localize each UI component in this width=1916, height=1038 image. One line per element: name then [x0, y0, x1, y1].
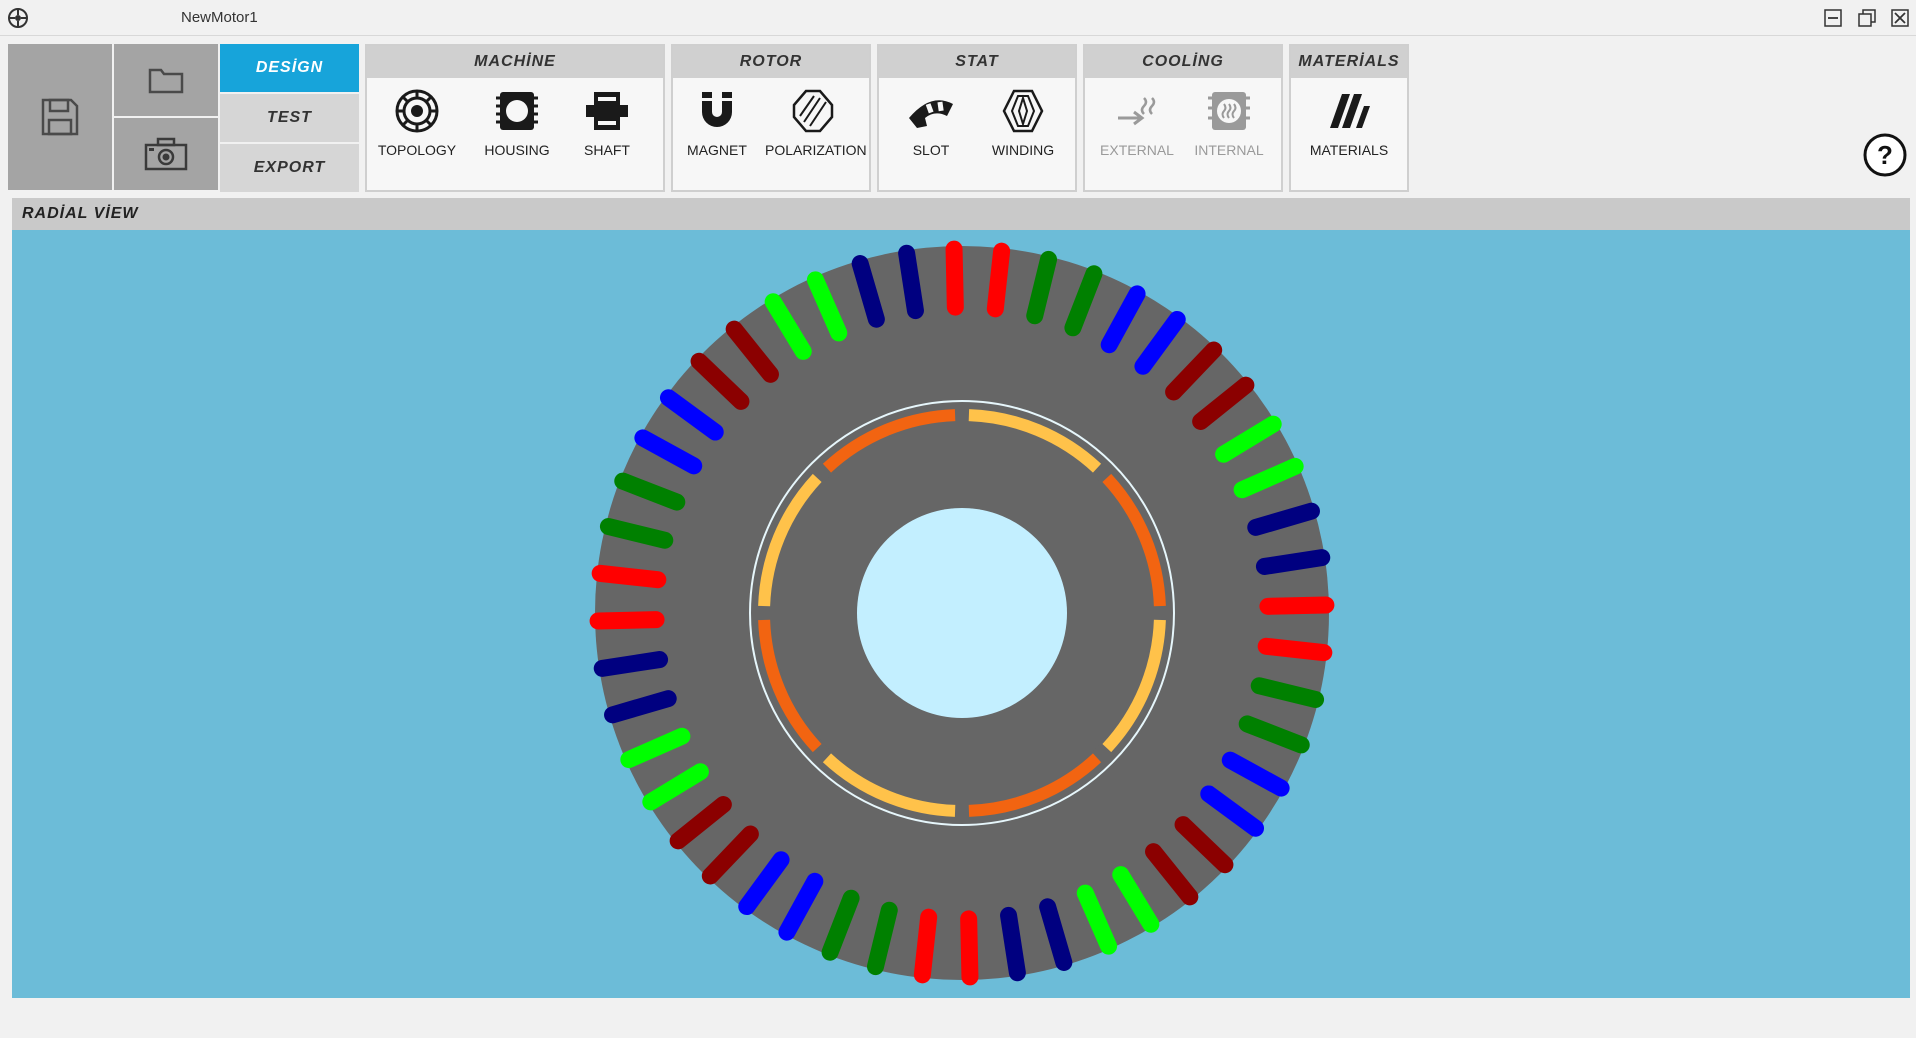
title-bar: NewMotor1: [0, 0, 1916, 36]
polarization-label: POLARIZATION: [765, 142, 867, 158]
rotor-group-title: ROTOR: [673, 46, 869, 78]
shaft-bore: [857, 508, 1067, 718]
winding-label: WINDING: [991, 142, 1055, 158]
radial-view-canvas[interactable]: [12, 230, 1910, 998]
stator-slot-coil: [1255, 549, 1331, 575]
external-cooling-label: EXTERNAL: [1100, 142, 1174, 158]
motor-cross-section: [589, 240, 1335, 986]
external-cooling-icon: [1118, 97, 1156, 126]
stator-slot-coil: [1257, 637, 1333, 662]
housing-label: HOUSING: [484, 142, 550, 158]
magnet-button[interactable]: MAGNET: [669, 88, 765, 158]
stator-group-title: STAT: [879, 46, 1075, 78]
shaft-icon: [586, 92, 628, 130]
materials-button[interactable]: MATERIALS: [1301, 88, 1397, 158]
housing-icon: [496, 92, 538, 130]
cooling-group: COOLİNG EXTERNAL INTERNAL: [1083, 44, 1283, 192]
stator-slot-coil: [1000, 906, 1026, 982]
stator-slot-coil: [960, 910, 979, 986]
machine-group: MACHİNE TOPOLOGY HOUSING SHAFT: [365, 44, 665, 192]
stator-slot-coil: [898, 244, 924, 320]
save-button[interactable]: [8, 44, 112, 190]
topology-label: TOPOLOGY: [377, 142, 457, 158]
floppy-disk-icon: [41, 98, 79, 136]
housing-button[interactable]: HOUSING: [469, 88, 565, 158]
export-tab[interactable]: EXPORT: [220, 144, 359, 192]
radial-view-title: RADİAL VİEW: [22, 205, 139, 222]
slot-button[interactable]: SLOT: [883, 88, 979, 158]
stator-slot-coil: [591, 564, 667, 589]
stator-slot-coil: [1259, 596, 1335, 615]
help-icon[interactable]: ?: [1862, 132, 1908, 178]
topology-icon: [395, 89, 439, 133]
materials-group-title: MATERİALS: [1291, 46, 1407, 78]
shaft-button[interactable]: SHAFT: [559, 88, 655, 158]
rotor-group: ROTOR MAGNET POLARIZATION: [671, 44, 871, 192]
winding-icon: [1002, 89, 1044, 133]
topology-button[interactable]: TOPOLOGY: [369, 88, 465, 158]
app-logo-icon: [8, 8, 28, 28]
stator-slot-coil: [589, 611, 665, 630]
internal-cooling-label: INTERNAL: [1194, 142, 1264, 158]
winding-button[interactable]: WINDING: [975, 88, 1071, 158]
external-cooling-button[interactable]: EXTERNAL: [1089, 88, 1185, 158]
test-tab[interactable]: TEST: [220, 94, 359, 142]
magnet-icon: [702, 92, 732, 127]
internal-cooling-icon: [1208, 92, 1250, 130]
camera-icon: [144, 137, 188, 171]
polarization-button[interactable]: POLARIZATION: [765, 88, 867, 158]
magnet-label: MAGNET: [687, 142, 747, 158]
materials-icon: [1330, 94, 1370, 128]
window-title: NewMotor1: [181, 9, 258, 26]
materials-group: MATERİALS MATERIALS: [1289, 44, 1409, 192]
minimize-icon[interactable]: [1823, 8, 1843, 28]
snapshot-button[interactable]: [114, 118, 218, 190]
ribbon-toolbar: DESİGN TEST EXPORT MACHİNE TOPOLOGY HOUS…: [0, 36, 1916, 194]
restore-icon[interactable]: [1857, 8, 1877, 28]
folder-icon: [148, 68, 184, 94]
stator-slot-coil: [593, 651, 669, 677]
slot-label: SLOT: [912, 142, 950, 158]
stator-slot-coil: [945, 240, 964, 316]
slot-icon: [909, 100, 953, 128]
shaft-label: SHAFT: [584, 142, 630, 158]
materials-label: MATERIALS: [1309, 142, 1389, 158]
open-button[interactable]: [114, 44, 218, 116]
polarization-icon: [792, 89, 834, 133]
stator-group: STAT SLOT WINDING: [877, 44, 1077, 192]
cooling-group-title: COOLİNG: [1085, 46, 1281, 78]
internal-cooling-button[interactable]: INTERNAL: [1181, 88, 1277, 158]
radial-view-header: RADİAL VİEW: [12, 198, 1910, 230]
machine-group-title: MACHİNE: [367, 46, 663, 78]
close-icon[interactable]: [1890, 8, 1910, 28]
stator-slot-coil: [913, 908, 938, 984]
svg-text:?: ?: [1877, 140, 1893, 170]
design-tab[interactable]: DESİGN: [220, 44, 359, 92]
stator-slot-coil: [986, 242, 1011, 318]
